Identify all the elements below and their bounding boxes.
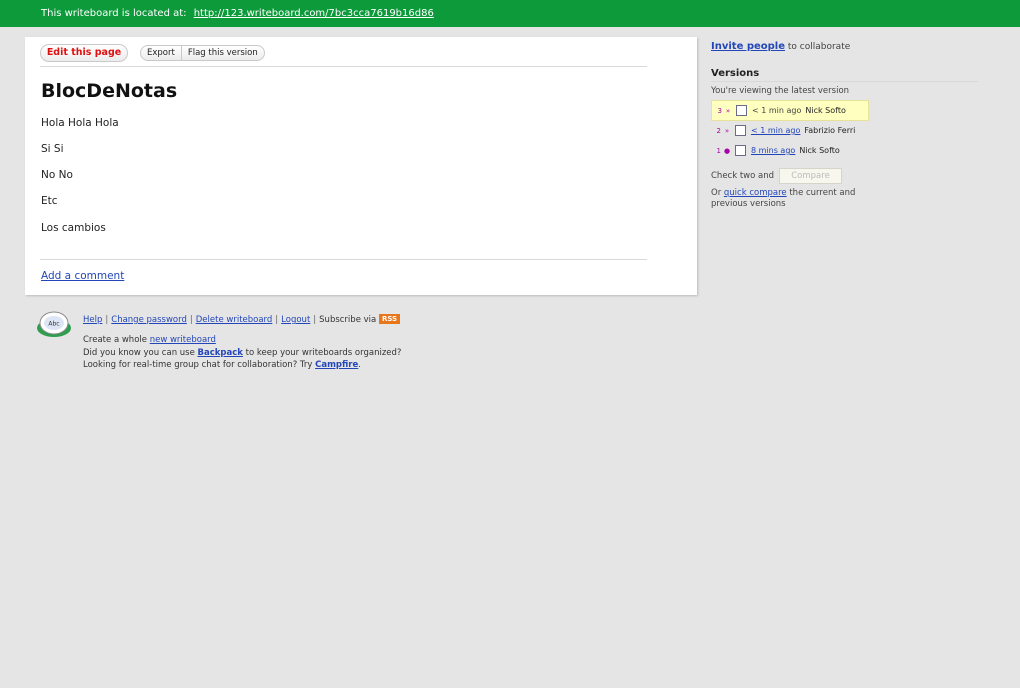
version-author: Nick Softo: [799, 146, 840, 155]
flag-version-button[interactable]: Flag this version: [182, 46, 264, 60]
compare-button[interactable]: Compare: [779, 168, 843, 184]
version-number: 1: [716, 146, 721, 155]
location-bar: This writeboard is located at: http://12…: [0, 0, 1020, 27]
paragraph: Hola Hola Hola: [41, 117, 119, 129]
campfire-line: Looking for real-time group chat for col…: [83, 360, 361, 370]
location-label: This writeboard is located at:: [41, 8, 187, 19]
logout-link[interactable]: Logout: [281, 315, 310, 325]
export-button[interactable]: Export: [141, 46, 181, 60]
version-author: Fabrizio Ferri: [804, 126, 856, 135]
separator: |: [275, 315, 279, 325]
paragraph: Si Si: [41, 143, 64, 155]
subscribe-label: Subscribe via: [319, 315, 377, 325]
delete-writeboard-link[interactable]: Delete writeboard: [196, 315, 273, 325]
edit-page-button[interactable]: Edit this page: [40, 44, 128, 62]
original-version-dot-icon: ●: [723, 146, 731, 155]
version-row-3: 3 » < 1 min ago Nick Softo: [711, 100, 869, 121]
version-time-link[interactable]: 8 mins ago: [751, 146, 795, 155]
bottom-divider: [40, 259, 647, 260]
versions-heading: Versions: [711, 68, 978, 82]
backpack-link[interactable]: Backpack: [198, 348, 243, 358]
paragraph: Etc: [41, 195, 58, 207]
separator: |: [105, 315, 109, 325]
invite-suffix: to collaborate: [787, 42, 851, 52]
create-prefix: Create a whole: [83, 335, 147, 345]
page-title: BlocDeNotas: [41, 80, 178, 102]
version-author: Nick Softo: [805, 106, 846, 115]
version-number: 3: [717, 106, 722, 115]
invite-people-link[interactable]: Invite people: [711, 41, 785, 52]
quick-compare-link[interactable]: quick compare: [724, 188, 787, 198]
check-two-label: Check two and: [711, 171, 775, 181]
separator: |: [313, 315, 317, 325]
footer-links: Help | Change password | Delete writeboard | L…: [83, 314, 401, 325]
writeboard-url-link[interactable]: http://123.writeboard.com/7bc3cca7619b16…: [194, 8, 434, 19]
version-checkbox[interactable]: [735, 125, 746, 136]
campfire-suffix: .: [358, 360, 361, 370]
change-password-link[interactable]: Change password: [111, 315, 187, 325]
paragraph: No No: [41, 169, 73, 181]
paragraph: Los cambios: [41, 222, 106, 234]
new-writeboard-link[interactable]: new writeboard: [150, 335, 216, 345]
document-actions: Export Flag this version: [140, 45, 265, 61]
quick-compare-text: Or quick compare the current and previou…: [711, 188, 861, 210]
version-time: < 1 min ago: [752, 106, 802, 115]
top-divider: [40, 66, 647, 67]
backpack-line: Did you know you can use Backpack to kee…: [83, 348, 401, 358]
version-time-link[interactable]: < 1 min ago: [751, 126, 800, 135]
compare-row: Check two and Compare: [711, 168, 843, 184]
create-writeboard-line: Create a whole new writeboard: [83, 335, 216, 345]
campfire-prefix: Looking for real-time group chat for col…: [83, 360, 313, 370]
version-checkbox[interactable]: [735, 145, 746, 156]
separator: |: [189, 315, 193, 325]
logo-text: Abc: [48, 321, 59, 328]
version-row-1: 1 ● 8 mins ago Nick Softo: [711, 141, 867, 160]
version-row-2: 2 » < 1 min ago Fabrizio Ferri: [711, 121, 867, 140]
backpack-prefix: Did you know you can use: [83, 348, 195, 358]
document-card: Edit this page Export Flag this version …: [25, 37, 697, 295]
invite-line: Invite people to collaborate: [711, 41, 850, 52]
backpack-suffix: to keep your writeboards organized?: [245, 348, 402, 358]
quick-prefix: Or: [711, 188, 722, 198]
version-number: 2: [716, 126, 721, 135]
current-version-arrow-icon: »: [725, 106, 731, 115]
viewing-latest-text: You're viewing the latest version: [711, 86, 850, 96]
add-comment-link[interactable]: Add a comment: [41, 270, 124, 282]
version-checkbox[interactable]: [736, 105, 747, 116]
writeboard-logo-icon: Abc: [36, 308, 72, 338]
rss-badge[interactable]: RSS: [378, 314, 401, 324]
version-arrow-icon: »: [724, 126, 730, 135]
help-link[interactable]: Help: [83, 315, 102, 325]
campfire-link[interactable]: Campfire: [315, 360, 358, 370]
